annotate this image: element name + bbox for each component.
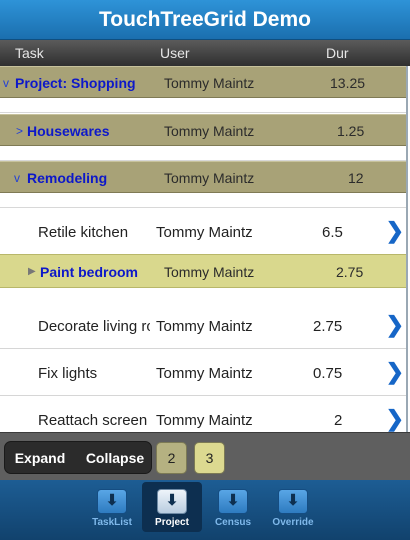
disclosure-chevron-icon[interactable]: ❯ bbox=[386, 312, 404, 338]
page-2-button[interactable]: 2 bbox=[156, 442, 187, 474]
column-header-user[interactable]: User bbox=[160, 45, 190, 61]
row-spacer bbox=[0, 288, 406, 303]
group-user-label: Tommy Maintz bbox=[164, 170, 255, 186]
row-spacer bbox=[0, 193, 406, 208]
user-label: Tommy Maintz bbox=[156, 224, 253, 241]
expand-toggle-icon[interactable]: v bbox=[3, 76, 9, 90]
tab-override[interactable]: ⬇ Override bbox=[263, 482, 323, 532]
dur-label: 6.5 bbox=[322, 224, 343, 241]
expand-button[interactable]: Expand bbox=[5, 442, 75, 473]
tab-label: Project bbox=[155, 517, 189, 528]
task-label: Decorate living room bbox=[38, 318, 150, 335]
app-title: TouchTreeGrid Demo bbox=[99, 7, 311, 31]
download-box-icon: ⬇ bbox=[97, 489, 127, 514]
group-task-label: Housewares bbox=[27, 123, 110, 139]
group-row-housewares[interactable]: > Housewares Tommy Maintz 1.25 bbox=[0, 114, 406, 146]
group-row-project-shopping[interactable]: v Project: Shopping Tommy Maintz 13.25 bbox=[0, 66, 406, 98]
disclosure-chevron-icon[interactable]: ❯ bbox=[386, 218, 404, 244]
task-row-decorate-living-room[interactable]: Decorate living room Tommy Maintz 2.75 ❯ bbox=[0, 302, 406, 349]
tab-census[interactable]: ⬇ Census bbox=[203, 482, 263, 532]
group-row-remodeling[interactable]: v Remodeling Tommy Maintz 12 bbox=[0, 161, 406, 193]
expand-collapse-segmented-control: Expand Collapse bbox=[4, 441, 152, 474]
dur-label: 2.75 bbox=[313, 318, 343, 335]
tab-label: Override bbox=[272, 517, 314, 528]
collapse-button[interactable]: Collapse bbox=[77, 442, 153, 473]
disclosure-chevron-icon[interactable]: ❯ bbox=[386, 406, 404, 432]
download-box-icon: ⬇ bbox=[278, 489, 308, 514]
expand-toggle-icon[interactable]: > bbox=[16, 124, 23, 138]
group-user-label: Tommy Maintz bbox=[164, 75, 255, 91]
task-row-retile-kitchen[interactable]: Retile kitchen Tommy Maintz 6.5 ❯ bbox=[0, 208, 406, 255]
row-spacer bbox=[0, 98, 406, 113]
task-label: Fix lights bbox=[38, 365, 98, 382]
group-task-label: Remodeling bbox=[27, 170, 108, 186]
group-user-label: Tommy Maintz bbox=[164, 123, 255, 139]
tab-label: TaskList bbox=[92, 517, 132, 528]
tree-grid[interactable]: v Project: Shopping Tommy Maintz 13.25 >… bbox=[0, 66, 408, 432]
bottom-toolbar: Expand Collapse 2 3 bbox=[0, 432, 410, 480]
subgroup-task-label: Paint bedroom bbox=[40, 264, 139, 280]
download-box-icon: ⬇ bbox=[157, 489, 187, 514]
subgroup-user-label: Tommy Maintz bbox=[164, 264, 255, 280]
column-header: Task User Dur bbox=[0, 40, 410, 66]
tab-label: Census bbox=[214, 517, 252, 528]
dur-label: 0.75 bbox=[313, 365, 343, 382]
user-label: Tommy Maintz bbox=[156, 318, 253, 335]
subgroup-dur-label: 2.75 bbox=[336, 264, 364, 280]
expand-toggle-icon[interactable]: v bbox=[14, 171, 20, 185]
tab-bar: ⬇ TaskList ⬇ Project ⬇ Census ⬇ Override bbox=[0, 480, 410, 540]
subgroup-row-paint-bedroom[interactable]: ▶ Paint bedroom Tommy Maintz 2.75 bbox=[0, 254, 406, 288]
row-spacer bbox=[0, 146, 406, 161]
task-row-reattach-screen-door[interactable]: Reattach screen door Tommy Maintz 2 ❯ bbox=[0, 396, 406, 432]
column-header-dur[interactable]: Dur bbox=[326, 45, 349, 61]
user-label: Tommy Maintz bbox=[156, 365, 253, 382]
group-dur-label: 12 bbox=[348, 170, 364, 186]
expand-triangle-icon[interactable]: ▶ bbox=[28, 266, 36, 277]
user-label: Tommy Maintz bbox=[156, 412, 253, 429]
download-box-icon: ⬇ bbox=[218, 489, 248, 514]
column-header-task[interactable]: Task bbox=[15, 45, 44, 61]
task-label: Retile kitchen bbox=[38, 224, 129, 241]
app-title-bar: TouchTreeGrid Demo bbox=[0, 0, 410, 40]
task-row-fix-lights[interactable]: Fix lights Tommy Maintz 0.75 ❯ bbox=[0, 349, 406, 396]
disclosure-chevron-icon[interactable]: ❯ bbox=[386, 359, 404, 385]
group-task-label: Project: Shopping bbox=[15, 75, 136, 91]
group-dur-label: 13.25 bbox=[330, 75, 366, 91]
page-3-button[interactable]: 3 bbox=[194, 442, 225, 474]
task-label: Reattach screen door bbox=[38, 412, 150, 429]
tab-tasklist[interactable]: ⬇ TaskList bbox=[82, 482, 142, 532]
group-dur-label: 1.25 bbox=[337, 123, 365, 139]
tab-project[interactable]: ⬇ Project bbox=[142, 482, 202, 532]
dur-label: 2 bbox=[334, 412, 343, 429]
